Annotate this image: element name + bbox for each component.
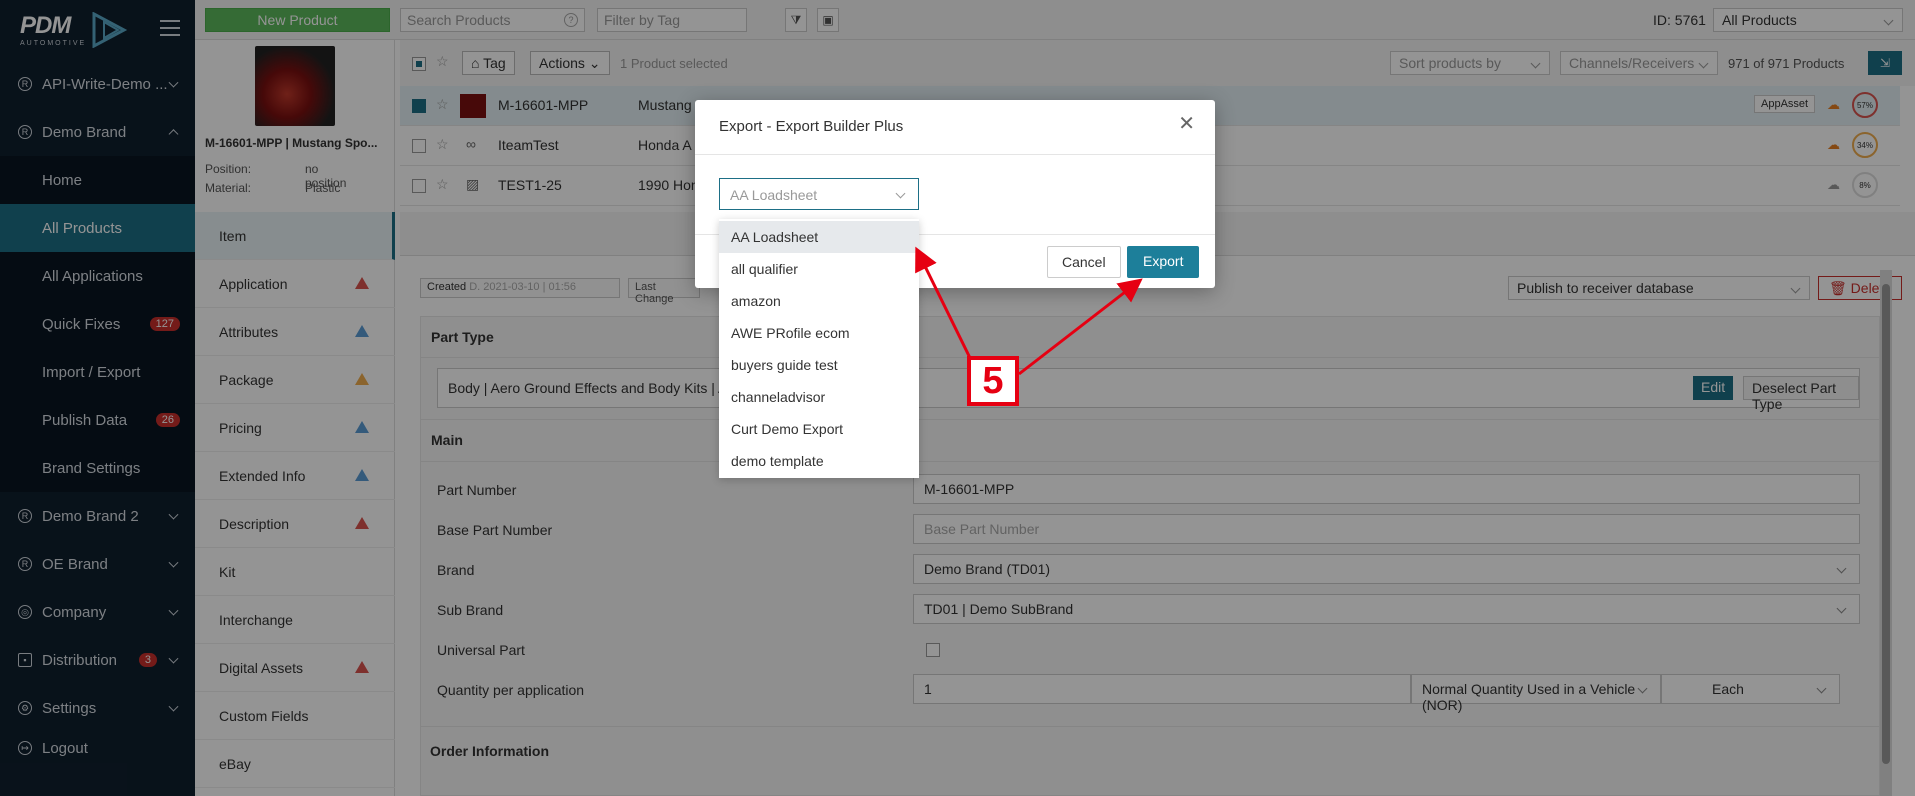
dropdown-option[interactable]: buyers guide test [719,349,919,381]
app-root: PDM AUTOMOTIVE R API-Write-Demo ... R De… [0,0,1915,796]
export-template-select[interactable]: AA Loadsheet [719,178,919,210]
dropdown-option[interactable]: AA Loadsheet [719,221,919,253]
dropdown-option[interactable]: AWE PRofile ecom [719,317,919,349]
chevron-down-icon [895,188,906,199]
modal-title: Export - Export Builder Plus [719,118,904,135]
dropdown-option[interactable]: demo template [719,445,919,477]
dropdown-option[interactable]: channeladvisor [719,381,919,413]
dropdown-option[interactable]: amazon [719,285,919,317]
dropdown-option[interactable]: Curt Demo Export [719,413,919,445]
export-template-value: AA Loadsheet [730,187,818,203]
export-template-dropdown: AA Loadsheet all qualifier amazon AWE PR… [719,219,919,478]
close-icon[interactable]: ✕ [1178,114,1195,134]
export-button[interactable]: Export [1127,246,1200,278]
divider [695,154,1215,155]
dropdown-option[interactable]: all qualifier [719,253,919,285]
cancel-button[interactable]: Cancel [1047,246,1121,278]
step-number-badge: 5 [967,356,1019,406]
